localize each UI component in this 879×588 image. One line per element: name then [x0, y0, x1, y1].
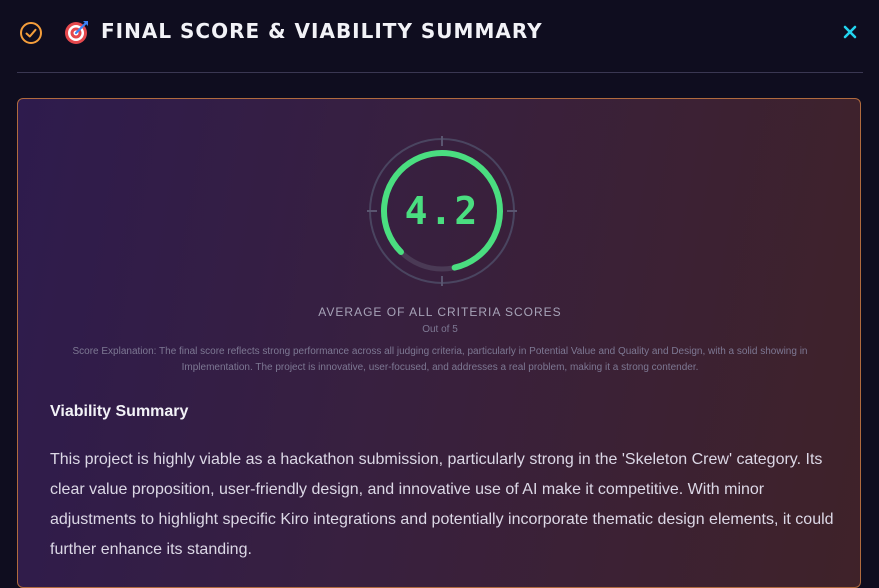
score-label: AVERAGE OF ALL CRITERIA SCORES [318, 305, 562, 319]
score-out-of: Out of 5 [422, 324, 458, 335]
check-circle-icon [20, 22, 42, 44]
target-icon [65, 21, 88, 44]
score-gauge: 4.2 [367, 136, 517, 286]
close-icon[interactable] [842, 24, 858, 40]
score-explanation: Score Explanation: The final score refle… [72, 346, 808, 373]
viability-body: This project is highly viable as a hacka… [50, 451, 834, 558]
viability-title: Viability Summary [50, 403, 189, 420]
header-divider [17, 72, 863, 73]
dialog-title: FINAL SCORE & VIABILITY SUMMARY [101, 19, 543, 43]
score-value: 4.2 [404, 189, 480, 233]
score-card: 4.2 AVERAGE OF ALL CRITERIA SCORES Out o… [17, 98, 861, 588]
dialog-header: FINAL SCORE & VIABILITY SUMMARY [0, 0, 879, 72]
